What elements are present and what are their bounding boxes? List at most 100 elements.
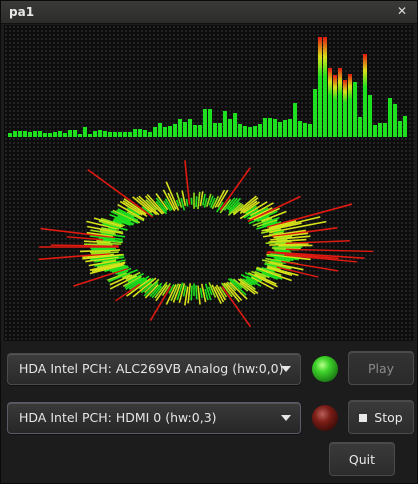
spectrum-bar	[58, 131, 62, 137]
spectrum-bar	[103, 131, 107, 137]
stop-button[interactable]: Stop	[348, 400, 414, 434]
burst-ray	[184, 160, 191, 205]
spectrum-bar	[28, 132, 32, 137]
input-status-led	[308, 401, 342, 435]
spectrum-bar	[203, 109, 207, 137]
spectrum-bar	[403, 116, 407, 137]
spectrum-bar	[343, 80, 347, 137]
spectrum-bar	[198, 125, 202, 137]
spectrum-bar	[263, 118, 267, 137]
spectrum-bar	[168, 126, 172, 137]
play-button[interactable]: Play	[348, 351, 414, 385]
spectrum-bar	[138, 129, 142, 137]
spectrum-bar	[323, 37, 327, 137]
spectrum-bar	[373, 125, 377, 137]
spectrum-bar	[333, 75, 337, 137]
spectrum-bar	[53, 132, 57, 137]
spectrum-bar	[48, 133, 52, 137]
spectrum-bar	[363, 54, 367, 137]
spectrum-bar	[213, 123, 217, 137]
spectrum-bar	[288, 119, 292, 137]
spectrum-bar	[208, 109, 212, 137]
quit-button[interactable]: Quit	[329, 442, 395, 476]
chevron-down-icon	[281, 366, 291, 372]
spectrum-bar	[223, 111, 227, 137]
spectrum-bar	[328, 68, 332, 137]
spectrum-bar	[353, 82, 357, 137]
burst-ray	[185, 198, 189, 207]
spectrum-bar	[398, 121, 402, 137]
input-device-select[interactable]: HDA Intel PCH: HDMI 0 (hw:0,3)	[7, 402, 301, 434]
spectrum-bar	[143, 130, 147, 137]
spectrum-bar	[78, 134, 82, 137]
input-device-label: HDA Intel PCH: HDMI 0 (hw:0,3)	[19, 410, 217, 425]
title-bar: pa1 ✕	[1, 1, 417, 24]
spectrum-bar	[233, 113, 237, 137]
spectrum-bar	[8, 133, 12, 137]
spectrum-bar	[368, 95, 372, 137]
spectrum-bar	[163, 127, 167, 137]
close-icon[interactable]: ✕	[395, 4, 409, 18]
spectrum-bar	[258, 124, 262, 137]
spectrum-bar	[68, 130, 72, 137]
spectrum-bar	[283, 120, 287, 137]
spectrum-bar	[348, 74, 352, 137]
spectrum-bar	[33, 131, 37, 137]
spectrum-bar	[158, 123, 162, 137]
stop-button-label: Stop	[374, 410, 403, 425]
burst-ray	[190, 285, 193, 301]
spectrum-bar	[123, 132, 127, 137]
spectrum-bar	[318, 37, 322, 137]
output-device-label: HDA Intel PCH: ALC269VB Analog (hw:0,0)	[19, 361, 284, 376]
chevron-down-icon	[281, 415, 291, 421]
spectrum-bar	[183, 122, 187, 137]
audio-visualizer	[4, 25, 414, 341]
burst-ray	[221, 286, 252, 328]
spectrum-bar	[83, 127, 87, 137]
spectrum-bar	[133, 129, 137, 137]
spectrum-bar	[388, 98, 392, 137]
burst-ray	[195, 196, 198, 208]
spectrum-bar	[253, 126, 257, 137]
spectrum-bar	[393, 104, 397, 137]
spectrum-bar	[218, 123, 222, 137]
spectrum-bar	[13, 131, 17, 137]
spectrum-bar	[38, 131, 42, 137]
spectrum-bar	[188, 119, 192, 137]
stop-icon	[359, 414, 368, 422]
spectrum-bar	[293, 103, 297, 137]
spectrum-bar	[378, 123, 382, 137]
spectrum-bar	[128, 132, 132, 137]
burst-ray	[199, 287, 203, 298]
spectrum-bar	[88, 134, 92, 137]
spectrum-bar	[298, 121, 302, 137]
spectrum-bar	[358, 117, 362, 137]
spectrum-bar	[153, 127, 157, 137]
spectrum-bar	[383, 123, 387, 137]
spectrum-bar	[248, 127, 252, 137]
spectrum-bar	[228, 119, 232, 137]
spectrum-bar	[118, 132, 122, 137]
burst-ray	[197, 191, 201, 210]
spectrum-bar	[18, 131, 22, 137]
window-title: pa1	[9, 5, 35, 19]
spectrum-bar	[193, 125, 197, 137]
spectrum-bar	[178, 119, 182, 137]
spectrum-bar	[278, 122, 282, 137]
spectrum-bar	[23, 131, 27, 137]
spectrum-bar	[243, 126, 247, 137]
spectrum-bar	[43, 133, 47, 137]
burst-ray	[187, 283, 191, 304]
spectrum-bar	[338, 68, 342, 137]
spectrum-bar	[108, 132, 112, 137]
spectrum-bar	[93, 131, 97, 137]
spectrum-bar	[113, 132, 117, 137]
burst-ray	[200, 283, 207, 303]
output-device-select[interactable]: HDA Intel PCH: ALC269VB Analog (hw:0,0)	[7, 353, 301, 385]
spectrum-bar	[273, 119, 277, 137]
burst-ray	[195, 285, 198, 300]
burst-ray	[91, 248, 115, 251]
spectrum-bar	[308, 124, 312, 137]
spectrum-bar	[173, 124, 177, 137]
burst-ray	[285, 248, 374, 253]
